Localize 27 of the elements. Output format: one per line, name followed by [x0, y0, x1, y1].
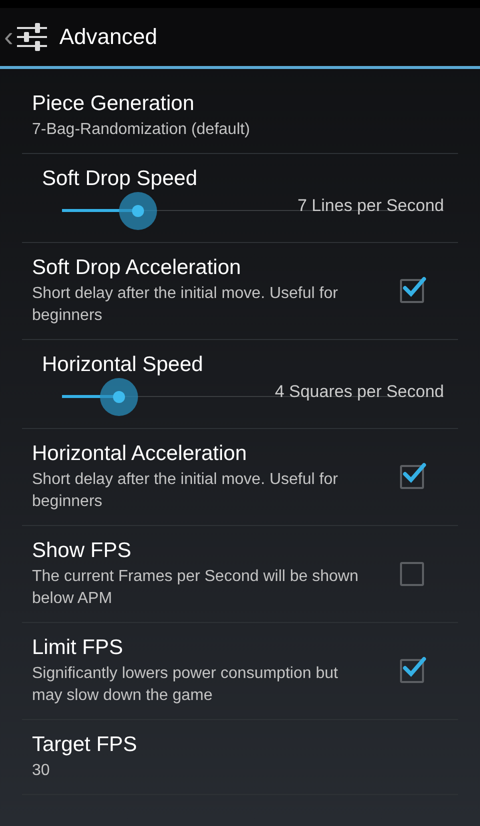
- preference-summary: 7-Bag-Randomization (default): [32, 120, 251, 140]
- preference-title: Horizontal Speed: [41, 352, 204, 378]
- slider-thumb[interactable]: [100, 378, 138, 416]
- slider-thumb[interactable]: [119, 192, 158, 230]
- slider[interactable]: [62, 378, 444, 416]
- checkbox[interactable]: [400, 465, 424, 489]
- preference-title: Horizontal Acceleration: [32, 441, 248, 467]
- sliders-icon[interactable]: [15, 22, 50, 52]
- preference-title: Soft Drop Acceleration: [32, 255, 242, 281]
- screen-title: Advanced: [59, 24, 158, 50]
- preference-title: Limit FPS: [32, 635, 124, 661]
- slider[interactable]: [62, 192, 444, 230]
- checkbox[interactable]: [400, 279, 424, 303]
- preference-summary: Significantly lowers power consumption but may slow down the game: [32, 664, 339, 706]
- preference-title: Show FPS: [32, 538, 132, 564]
- preference-summary: Short delay after the initial move. Useful for beginners: [32, 284, 339, 326]
- preference-summary: 30: [32, 761, 51, 781]
- checkbox[interactable]: [400, 659, 424, 683]
- slider-value: 4 Squares per Second: [274, 382, 444, 402]
- checkbox[interactable]: [400, 562, 424, 586]
- preference-title: Piece Generation: [32, 91, 196, 117]
- slider-value: 7 Lines per Second: [298, 196, 444, 216]
- preference-summary: Short delay after the initial move. Useful for beginners: [32, 470, 339, 512]
- back-icon[interactable]: ‹: [4, 23, 14, 51]
- preference-title: Target FPS: [32, 732, 138, 758]
- preference-summary: The current Frames per Second will be shown below APM: [32, 567, 360, 609]
- preference-title: Soft Drop Speed: [41, 166, 198, 192]
